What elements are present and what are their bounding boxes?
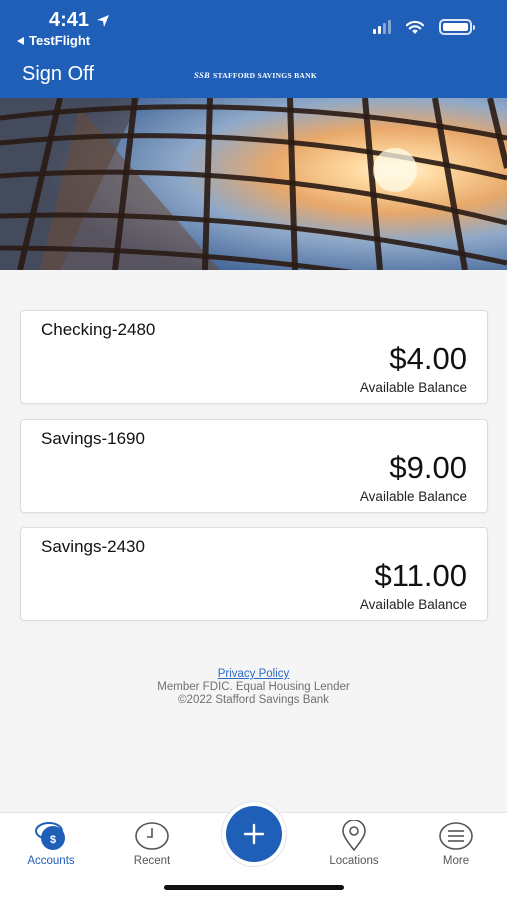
tab-accounts[interactable]: $ Accounts <box>6 813 96 867</box>
tab-label: Recent <box>133 855 171 867</box>
hero-banner-image <box>0 98 507 270</box>
map-pin-icon <box>340 818 368 854</box>
bank-logo: SSB STAFFORD SAVINGS BANK <box>194 70 317 80</box>
tab-recent[interactable]: Recent <box>107 813 197 867</box>
tab-label: More <box>442 855 470 867</box>
copyright-text: ©2022 Stafford Savings Bank <box>178 694 329 706</box>
tab-label: Accounts <box>27 855 75 867</box>
battery-icon <box>439 19 475 35</box>
bank-logo-text: STAFFORD SAVINGS BANK <box>213 70 317 80</box>
account-name: Savings-1690 <box>41 429 145 448</box>
clock-icon <box>134 818 170 854</box>
account-card-savings-1690[interactable]: Savings-1690 $9.00 Available Balance <box>20 419 488 513</box>
account-balance: $4.00 <box>389 341 467 376</box>
location-arrow-icon <box>97 14 110 27</box>
bank-logo-mark: SSB <box>194 70 211 80</box>
legal-footer: Privacy Policy Member FDIC. Equal Housin… <box>0 668 507 707</box>
account-card-checking-2480[interactable]: Checking-2480 $4.00 Available Balance <box>20 310 488 404</box>
back-triangle-icon <box>17 36 24 45</box>
home-indicator[interactable] <box>164 885 344 890</box>
menu-icon <box>438 818 474 854</box>
account-name: Savings-2430 <box>41 537 145 556</box>
member-fdic-text: Member FDIC. Equal Housing Lender <box>157 681 350 693</box>
account-balance: $11.00 <box>374 558 467 593</box>
sign-off-button[interactable]: Sign Off <box>22 63 94 86</box>
status-time: 4:41 <box>49 9 111 32</box>
status-indicators <box>373 19 475 35</box>
back-to-app-link[interactable]: TestFlight <box>17 33 90 48</box>
wifi-icon <box>405 20 425 34</box>
accounts-dollar-icon: $ <box>31 818 71 854</box>
plus-icon <box>243 823 265 845</box>
app-header: 4:41 TestFlight Sign Off SSB STAFFORD SA… <box>0 0 507 98</box>
available-balance-label: Available Balance <box>359 380 467 395</box>
account-balance: $9.00 <box>389 450 467 485</box>
privacy-policy-link[interactable]: Privacy Policy <box>0 668 507 681</box>
svg-text:$: $ <box>50 834 56 846</box>
account-card-savings-2430[interactable]: Savings-2430 $11.00 Available Balance <box>20 527 488 621</box>
account-name: Checking-2480 <box>41 320 156 339</box>
tab-locations[interactable]: Locations <box>309 813 399 867</box>
quick-action-plus-button[interactable] <box>226 806 282 862</box>
tab-label: Locations <box>329 855 379 867</box>
available-balance-label: Available Balance <box>359 489 467 504</box>
available-balance-label: Available Balance <box>359 597 467 612</box>
back-app-label: TestFlight <box>29 33 91 48</box>
cellular-signal-icon <box>373 20 391 34</box>
status-time-text: 4:41 <box>49 9 90 31</box>
tab-more[interactable]: More <box>411 813 501 867</box>
